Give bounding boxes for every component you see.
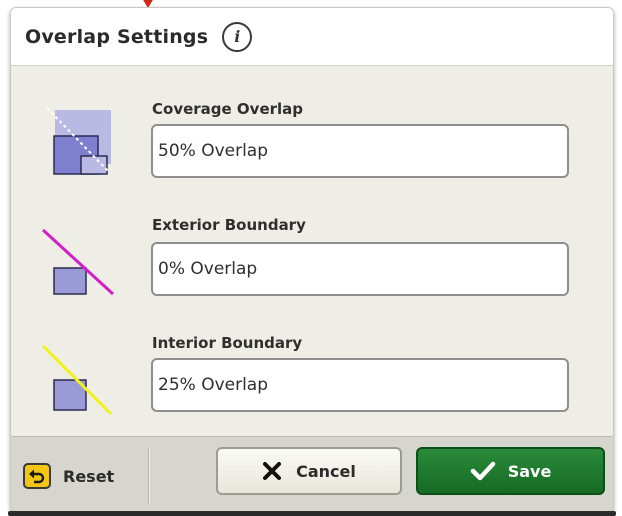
coverage-overlap-row: Coverage Overlap 50% Overlap <box>11 92 613 202</box>
save-button[interactable]: Save <box>416 447 605 495</box>
dialog-header: Overlap Settings i <box>11 8 613 66</box>
bottom-edge-bar <box>8 511 616 516</box>
exterior-boundary-row: Exterior Boundary 0% Overlap <box>11 208 613 318</box>
dialog-title: Overlap Settings <box>25 25 209 48</box>
reset-button[interactable]: Reset <box>23 457 114 495</box>
overlap-settings-dialog: Overlap Settings i Coverage Overlap 50% … <box>10 7 614 512</box>
coverage-overlap-value: 50% Overlap <box>158 141 269 161</box>
exterior-boundary-label: Exterior Boundary <box>152 216 306 234</box>
exterior-boundary-icon <box>41 228 115 296</box>
exterior-boundary-field[interactable]: 0% Overlap <box>151 242 569 296</box>
cancel-button[interactable]: Cancel <box>216 447 402 495</box>
footer-divider <box>148 447 150 504</box>
exterior-boundary-value: 0% Overlap <box>158 259 258 279</box>
interior-boundary-icon <box>41 344 113 416</box>
cancel-label: Cancel <box>296 461 356 481</box>
close-icon <box>263 462 282 480</box>
coverage-overlap-label: Coverage Overlap <box>152 100 304 118</box>
save-label: Save <box>507 461 552 481</box>
interior-boundary-field[interactable]: 25% Overlap <box>151 358 569 412</box>
checkmark-icon <box>470 461 495 481</box>
coverage-overlap-field[interactable]: 50% Overlap <box>151 124 569 178</box>
interior-boundary-row: Interior Boundary 25% Overlap <box>11 326 613 436</box>
dialog-footer: Reset Cancel Save <box>11 436 613 511</box>
interior-boundary-label: Interior Boundary <box>152 334 303 352</box>
undo-icon <box>23 463 51 489</box>
interior-boundary-value: 25% Overlap <box>158 375 269 395</box>
reset-label: Reset <box>63 466 115 486</box>
coverage-overlap-icon <box>46 107 111 175</box>
info-icon[interactable]: i <box>222 21 253 52</box>
